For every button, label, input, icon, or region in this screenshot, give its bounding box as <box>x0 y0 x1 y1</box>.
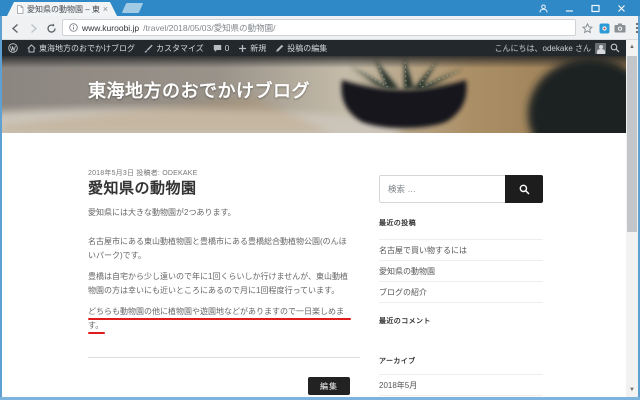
scroll-up-icon[interactable]: ▲ <box>626 41 638 53</box>
wp-admin-bar: 東海地方のおでかけブログ カスタマイズ 0 新規 投稿の編集 こんにちは、ode… <box>2 40 626 56</box>
tab-title: 愛知県の動物園 – 東海地 <box>27 4 100 14</box>
search-icon <box>519 184 530 195</box>
maximize-button[interactable] <box>582 0 608 16</box>
tab-close-icon[interactable]: × <box>103 5 108 14</box>
info-icon[interactable] <box>69 23 78 32</box>
archives-heading: アーカイブ <box>379 358 416 365</box>
admin-bar-new[interactable]: 新規 <box>238 43 266 54</box>
home-icon <box>27 43 36 52</box>
scroll-down-icon[interactable]: ▼ <box>626 384 638 396</box>
user-avatar[interactable] <box>595 42 606 54</box>
browser-toolbar: www.kuroobi.jp/travel/2018/05/03/愛知県の動物園… <box>2 16 639 40</box>
comment-count: 0 <box>224 43 230 53</box>
page-content: 東海地方のおでかけブログ 2018年5月3日 投稿者: ODEKAKE 愛知県の… <box>2 56 626 397</box>
minimize-button[interactable] <box>556 0 582 16</box>
author-label: 投稿者: <box>136 170 161 177</box>
recent-post-link[interactable]: 名古屋で買い物するには <box>379 240 543 261</box>
recent-post-link[interactable]: 愛知県の動物園 <box>379 261 543 282</box>
browser-window: 愛知県の動物園 – 東海地 × <box>0 0 640 400</box>
admin-search-icon[interactable] <box>610 43 620 53</box>
window-border <box>0 16 2 400</box>
search-widget <box>379 175 543 203</box>
wp-logo-menu[interactable] <box>8 43 18 53</box>
extension-icon[interactable] <box>597 21 611 35</box>
header-image: 東海地方のおでかけブログ <box>2 56 626 133</box>
post-date[interactable]: 2018年5月3日 <box>88 170 134 177</box>
edit-button[interactable]: 編集 <box>308 377 350 395</box>
scrollbar-thumb[interactable] <box>627 56 637 232</box>
window-titlebar: 愛知県の動物園 – 東海地 × <box>0 0 640 16</box>
post-title: 愛知県の動物園 <box>88 180 197 197</box>
post-author[interactable]: ODEKAKE <box>162 170 197 177</box>
edit-post-label: 投稿の編集 <box>287 43 328 53</box>
red-underline-annotation <box>88 318 351 320</box>
profile-icon[interactable] <box>530 0 556 16</box>
browser-tab[interactable]: 愛知県の動物園 – 東海地 × <box>7 2 117 16</box>
recent-comments-heading: 最近のコメント <box>379 318 431 325</box>
post-paragraph: 名古屋市にある東山動植物園と豊橋市にある豊橋総合動植物公園(のんほいパーク)です… <box>88 237 347 260</box>
customize-label: カスタマイズ <box>156 43 204 53</box>
admin-bar-site-name[interactable]: 東海地方のおでかけブログ <box>27 43 135 54</box>
admin-bar-greeting[interactable]: こんにちは、odekake さん <box>495 43 591 54</box>
post-paragraph: 豊橋は自宅から少し遠いので年に1回くらいしか行けませんが、東山動植物園の方は幸い… <box>88 272 349 295</box>
admin-bar-edit-post[interactable]: 投稿の編集 <box>275 43 327 54</box>
new-tab-button[interactable] <box>121 3 144 13</box>
post-paragraph: 愛知県には大きな動物園が2つあります。 <box>88 208 236 217</box>
new-label: 新規 <box>250 43 267 53</box>
url-path: /travel/2018/05/03/愛知県の動物園/ <box>143 22 276 33</box>
recent-posts-list: 名古屋で買い物するには 愛知県の動物園 ブログの紹介 <box>379 239 543 303</box>
post-footer-divider <box>88 357 360 358</box>
back-icon[interactable] <box>8 21 22 35</box>
pencil-icon <box>276 44 284 52</box>
admin-bar-comments[interactable]: 0 <box>213 44 229 53</box>
plus-icon <box>239 44 247 52</box>
admin-bar-customize[interactable]: カスタマイズ <box>144 43 204 54</box>
url-host: www.kuroobi.jp <box>82 22 140 33</box>
forward-icon[interactable] <box>26 21 40 35</box>
customize-icon <box>144 44 153 52</box>
page-scrollbar[interactable]: ▲ ▼ <box>626 40 638 397</box>
comments-icon <box>213 44 221 52</box>
red-underline-annotation <box>88 332 105 334</box>
close-button[interactable] <box>608 0 634 16</box>
blog-title[interactable]: 東海地方のおでかけブログ <box>88 77 310 103</box>
wordpress-logo-icon <box>8 43 18 53</box>
site-name-label: 東海地方のおでかけブログ <box>39 43 135 53</box>
recent-posts-heading: 最近の投稿 <box>379 220 416 227</box>
search-button[interactable] <box>505 175 543 203</box>
camera-icon[interactable] <box>613 21 627 35</box>
archive-link[interactable]: 2018年5月 <box>379 375 543 396</box>
reload-icon[interactable] <box>44 21 58 35</box>
page-favicon-icon <box>17 4 24 14</box>
address-bar[interactable]: www.kuroobi.jp/travel/2018/05/03/愛知県の動物園… <box>62 19 576 36</box>
bookmark-star-icon[interactable] <box>580 21 594 35</box>
recent-post-link[interactable]: ブログの紹介 <box>379 282 543 303</box>
archives-list: 2018年5月 <box>379 374 543 396</box>
